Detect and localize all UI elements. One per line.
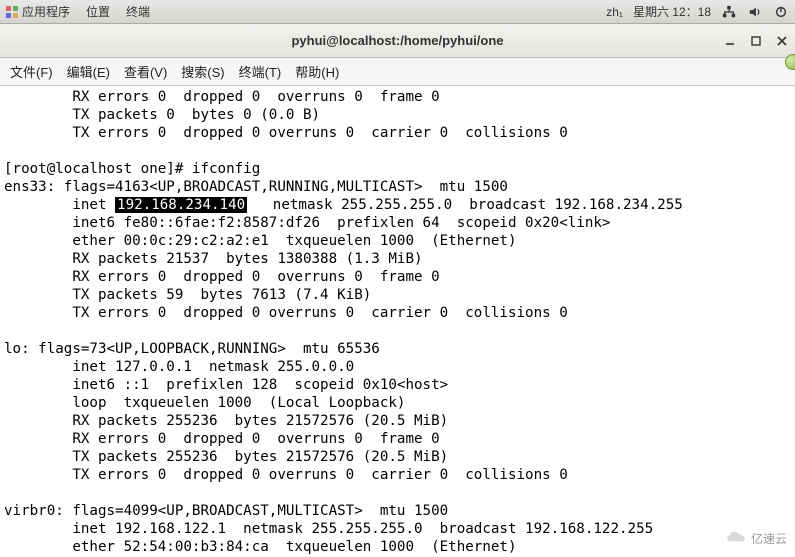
menu-terminal[interactable]: 终端(T)	[239, 62, 282, 81]
terminal-line: virbr0: flags=4099<UP,BROADCAST,MULTICAS…	[4, 503, 448, 519]
menu-help[interactable]: 帮助(H)	[295, 62, 339, 81]
panel-applications[interactable]: 应用程序	[22, 3, 70, 20]
panel-places[interactable]: 位置	[86, 3, 110, 20]
minimize-button[interactable]	[723, 34, 737, 48]
maximize-button[interactable]	[749, 34, 763, 48]
terminal-line: RX packets 255236 bytes 21572576 (20.5 M…	[4, 413, 448, 429]
terminal-line: lo: flags=73<UP,LOOPBACK,RUNNING> mtu 65…	[4, 341, 380, 357]
terminal-line: loop txqueuelen 1000 (Local Loopback)	[4, 395, 405, 411]
menu-search[interactable]: 搜索(S)	[181, 62, 224, 81]
terminal-line: ether 52:54:00:b3:84:ca txqueuelen 1000 …	[4, 539, 517, 555]
terminal-prompt-line: [root@localhost one]# ifconfig	[4, 161, 260, 177]
terminal-line: RX packets 21537 bytes 1380388 (1.3 MiB)	[4, 251, 423, 267]
watermark-text: 亿速云	[751, 530, 787, 547]
terminal-line: RX errors 0 dropped 0 overruns 0 frame 0	[4, 431, 440, 447]
highlighted-ip: 192.168.234.140	[115, 197, 247, 213]
terminal-menubar: 文件(F) 编辑(E) 查看(V) 搜索(S) 终端(T) 帮助(H)	[0, 58, 795, 86]
menu-file[interactable]: 文件(F)	[10, 62, 53, 81]
terminal-line: inet6 ::1 prefixlen 128 scopeid 0x10<hos…	[4, 377, 448, 393]
panel-terminal[interactable]: 终端	[126, 3, 150, 20]
terminal-line: inet 192.168.234.140 netmask 255.255.255…	[4, 197, 683, 213]
window-title: pyhui@localhost:/home/pyhui/one	[291, 33, 503, 48]
terminal-line: inet6 fe80::6fae:f2:8587:df26 prefixlen …	[4, 215, 610, 231]
terminal-line: RX errors 0 dropped 0 overruns 0 frame 0	[4, 269, 440, 285]
desktop-top-panel: 应用程序 位置 终端 zh₁ 星期六 12：18	[0, 0, 795, 24]
terminal-line: inet 127.0.0.1 netmask 255.0.0.0	[4, 359, 354, 375]
terminal-line: inet 192.168.122.1 netmask 255.255.255.0…	[4, 521, 653, 537]
cloud-icon	[725, 530, 747, 547]
terminal-line: TX errors 0 dropped 0 overruns 0 carrier…	[4, 467, 568, 483]
menu-edit[interactable]: 编辑(E)	[67, 62, 110, 81]
volume-icon[interactable]	[747, 4, 763, 20]
terminal-line: TX packets 59 bytes 7613 (7.4 KiB)	[4, 287, 371, 303]
watermark: 亿速云	[725, 530, 787, 547]
terminal-line: RX errors 0 dropped 0 overruns 0 frame 0	[4, 89, 440, 105]
applications-icon	[6, 6, 18, 18]
panel-locale[interactable]: zh₁	[606, 5, 623, 19]
network-icon[interactable]	[721, 4, 737, 20]
accent-decoration	[785, 54, 795, 70]
close-button[interactable]	[775, 34, 789, 48]
terminal-output[interactable]: RX errors 0 dropped 0 overruns 0 frame 0…	[0, 86, 795, 557]
panel-clock[interactable]: 星期六 12：18	[633, 3, 711, 20]
terminal-line: ether 00:0c:29:c2:a2:e1 txqueuelen 1000 …	[4, 233, 517, 249]
terminal-line: TX errors 0 dropped 0 overruns 0 carrier…	[4, 305, 568, 321]
terminal-line: TX errors 0 dropped 0 overruns 0 carrier…	[4, 125, 568, 141]
terminal-line: TX packets 0 bytes 0 (0.0 B)	[4, 107, 320, 123]
terminal-line: ens33: flags=4163<UP,BROADCAST,RUNNING,M…	[4, 179, 508, 195]
terminal-line: TX packets 255236 bytes 21572576 (20.5 M…	[4, 449, 448, 465]
menu-view[interactable]: 查看(V)	[124, 62, 167, 81]
window-titlebar: pyhui@localhost:/home/pyhui/one	[0, 24, 795, 58]
power-icon[interactable]	[773, 4, 789, 20]
